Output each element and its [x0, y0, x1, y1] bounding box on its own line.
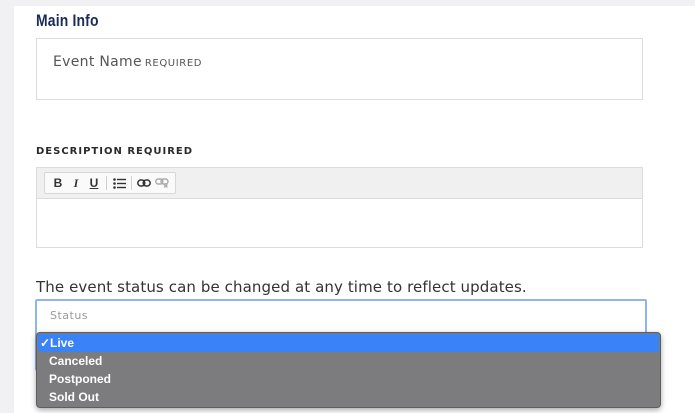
option-label: Sold Out — [49, 390, 99, 404]
checkmark-icon: ✓ — [40, 336, 51, 350]
link-button[interactable] — [135, 173, 153, 193]
bulleted-list-button[interactable] — [110, 173, 128, 193]
event-name-label-text: Event Name — [53, 54, 142, 70]
bulleted-list-icon — [112, 177, 126, 189]
bold-button[interactable]: B — [49, 173, 67, 193]
unlink-button[interactable] — [153, 173, 171, 193]
status-select-label: Status — [50, 309, 89, 322]
event-name-label: Event Name REQUIRED — [53, 54, 202, 70]
toolbar-divider — [106, 176, 107, 190]
status-option-canceled[interactable]: Canceled — [37, 352, 660, 370]
option-label: Postponed — [49, 372, 111, 386]
toolbar-divider — [131, 176, 132, 190]
status-help-text: The event status can be changed at any t… — [36, 278, 527, 296]
status-option-sold-out[interactable]: Sold Out — [37, 388, 660, 406]
underline-button[interactable]: U — [85, 173, 103, 193]
option-label: Live — [50, 336, 75, 350]
editor-toolbar: B I U — [37, 168, 642, 199]
description-textarea[interactable] — [37, 199, 642, 248]
description-label: DESCRIPTION REQUIRED — [36, 146, 194, 157]
status-option-live[interactable]: ✓ Live — [38, 334, 659, 352]
description-editor: B I U — [36, 167, 643, 248]
status-option-postponed[interactable]: Postponed — [37, 370, 660, 388]
event-name-input[interactable]: Event Name REQUIRED — [36, 38, 643, 100]
toolbar-button-group: B I U — [44, 172, 176, 194]
section-title: Main Info — [36, 11, 99, 30]
status-dropdown-menu: ✓ Live Canceled Postponed Sold Out — [36, 332, 661, 408]
unlink-icon — [155, 178, 169, 188]
link-icon — [137, 179, 151, 187]
option-label: Canceled — [49, 354, 103, 368]
italic-button[interactable]: I — [67, 173, 85, 193]
required-tag: REQUIRED — [144, 58, 203, 69]
